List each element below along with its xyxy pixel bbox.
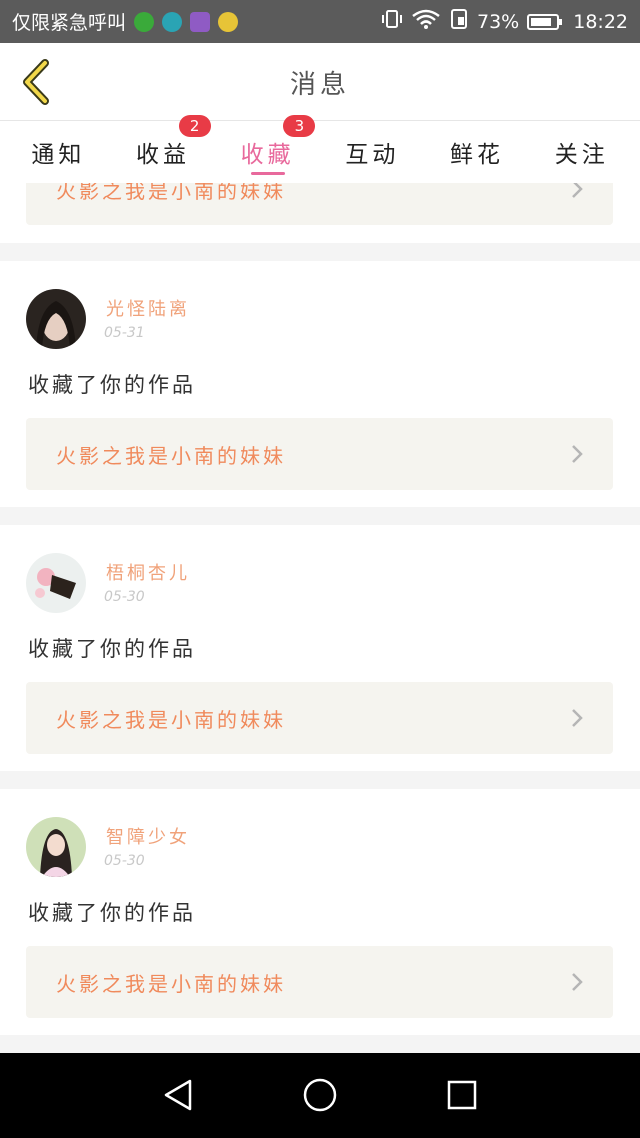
username[interactable]: 智障少女 (106, 823, 190, 849)
clock: 18:22 (573, 10, 628, 33)
notification-list[interactable]: 火影之我是小南的妹妹 光怪陆离 05-31 收藏了你的作品 火影之我是小南的妹妹… (0, 183, 640, 1053)
carrier-text: 仅限紧急呼叫 (12, 12, 127, 34)
back-button[interactable] (14, 57, 58, 107)
battery-icon (527, 13, 563, 30)
work-link[interactable]: 火影之我是小南的妹妹 (26, 682, 613, 754)
chevron-right-icon (572, 445, 583, 463)
tab-label: 鲜花 (450, 142, 505, 168)
work-title: 火影之我是小南的妹妹 (56, 183, 286, 203)
unread-badge: 3 (283, 115, 316, 137)
work-link[interactable]: 火影之我是小南的妹妹 (26, 183, 613, 225)
work-link[interactable]: 火影之我是小南的妹妹 (26, 946, 613, 1018)
active-tab-indicator (250, 172, 285, 175)
username[interactable]: 梧桐杏儿 (106, 559, 190, 585)
action-text: 收藏了你的作品 (28, 373, 196, 397)
work-link[interactable]: 火影之我是小南的妹妹 (26, 418, 613, 490)
wifi-icon (411, 8, 441, 35)
avatar[interactable] (26, 289, 86, 349)
green-app-icon (134, 11, 155, 32)
chevron-right-icon (572, 973, 583, 991)
username[interactable]: 光怪陆离 (106, 295, 190, 321)
tab-notifications[interactable]: 通知 (6, 121, 111, 183)
tab-label: 收藏 (240, 142, 295, 168)
timestamp: 05-30 (104, 853, 145, 869)
list-item: 智障少女 05-30 收藏了你的作品 火影之我是小南的妹妹 (0, 789, 640, 1035)
chevron-left-icon (23, 59, 49, 105)
chevron-right-icon (572, 183, 583, 198)
sim-icon (449, 8, 469, 35)
list-item: 火影之我是小南的妹妹 (0, 183, 640, 243)
moon-app-icon (162, 11, 183, 32)
tab-label: 收益 (136, 142, 190, 168)
recents-square-icon[interactable] (442, 1075, 482, 1115)
tab-favorites[interactable]: 收藏 3 (215, 115, 320, 183)
battery-percent: 73% (477, 10, 520, 33)
tab-follows[interactable]: 关注 (529, 121, 634, 183)
home-circle-icon[interactable] (300, 1075, 340, 1115)
tab-label: 关注 (554, 142, 609, 168)
status-bar: 仅限紧急呼叫 73% 18:22 (0, 0, 640, 43)
work-title: 火影之我是小南的妹妹 (56, 971, 286, 996)
action-text: 收藏了你的作品 (28, 901, 196, 925)
avatar[interactable] (26, 817, 86, 877)
tab-interactions[interactable]: 互动 (320, 121, 425, 183)
avatar[interactable] (26, 553, 86, 613)
timestamp: 05-30 (104, 589, 145, 605)
work-title: 火影之我是小南的妹妹 (56, 707, 286, 732)
list-item: 光怪陆离 05-31 收藏了你的作品 火影之我是小南的妹妹 (0, 261, 640, 507)
chevron-right-icon (572, 709, 583, 727)
chat-app-icon (218, 11, 239, 32)
system-nav-bar (0, 1053, 640, 1138)
timestamp: 05-31 (104, 325, 145, 341)
list-item: 梧桐杏儿 05-30 收藏了你的作品 火影之我是小南的妹妹 (0, 525, 640, 771)
work-title: 火影之我是小南的妹妹 (56, 443, 286, 468)
action-text: 收藏了你的作品 (28, 637, 196, 661)
tab-label: 互动 (345, 142, 400, 168)
vibrate-icon (381, 8, 403, 35)
page-title: 消息 (289, 69, 350, 100)
image-app-icon (190, 11, 211, 32)
unread-badge: 2 (178, 115, 211, 137)
tab-flowers[interactable]: 鲜花 (425, 121, 530, 183)
tab-label: 通知 (31, 142, 86, 168)
tab-bar: 通知 收益 2 收藏 3 互动 鲜花 关注 (0, 115, 640, 183)
header: 消息 (0, 43, 640, 121)
back-triangle-icon[interactable] (158, 1075, 198, 1115)
tab-earnings[interactable]: 收益 2 (111, 115, 216, 183)
